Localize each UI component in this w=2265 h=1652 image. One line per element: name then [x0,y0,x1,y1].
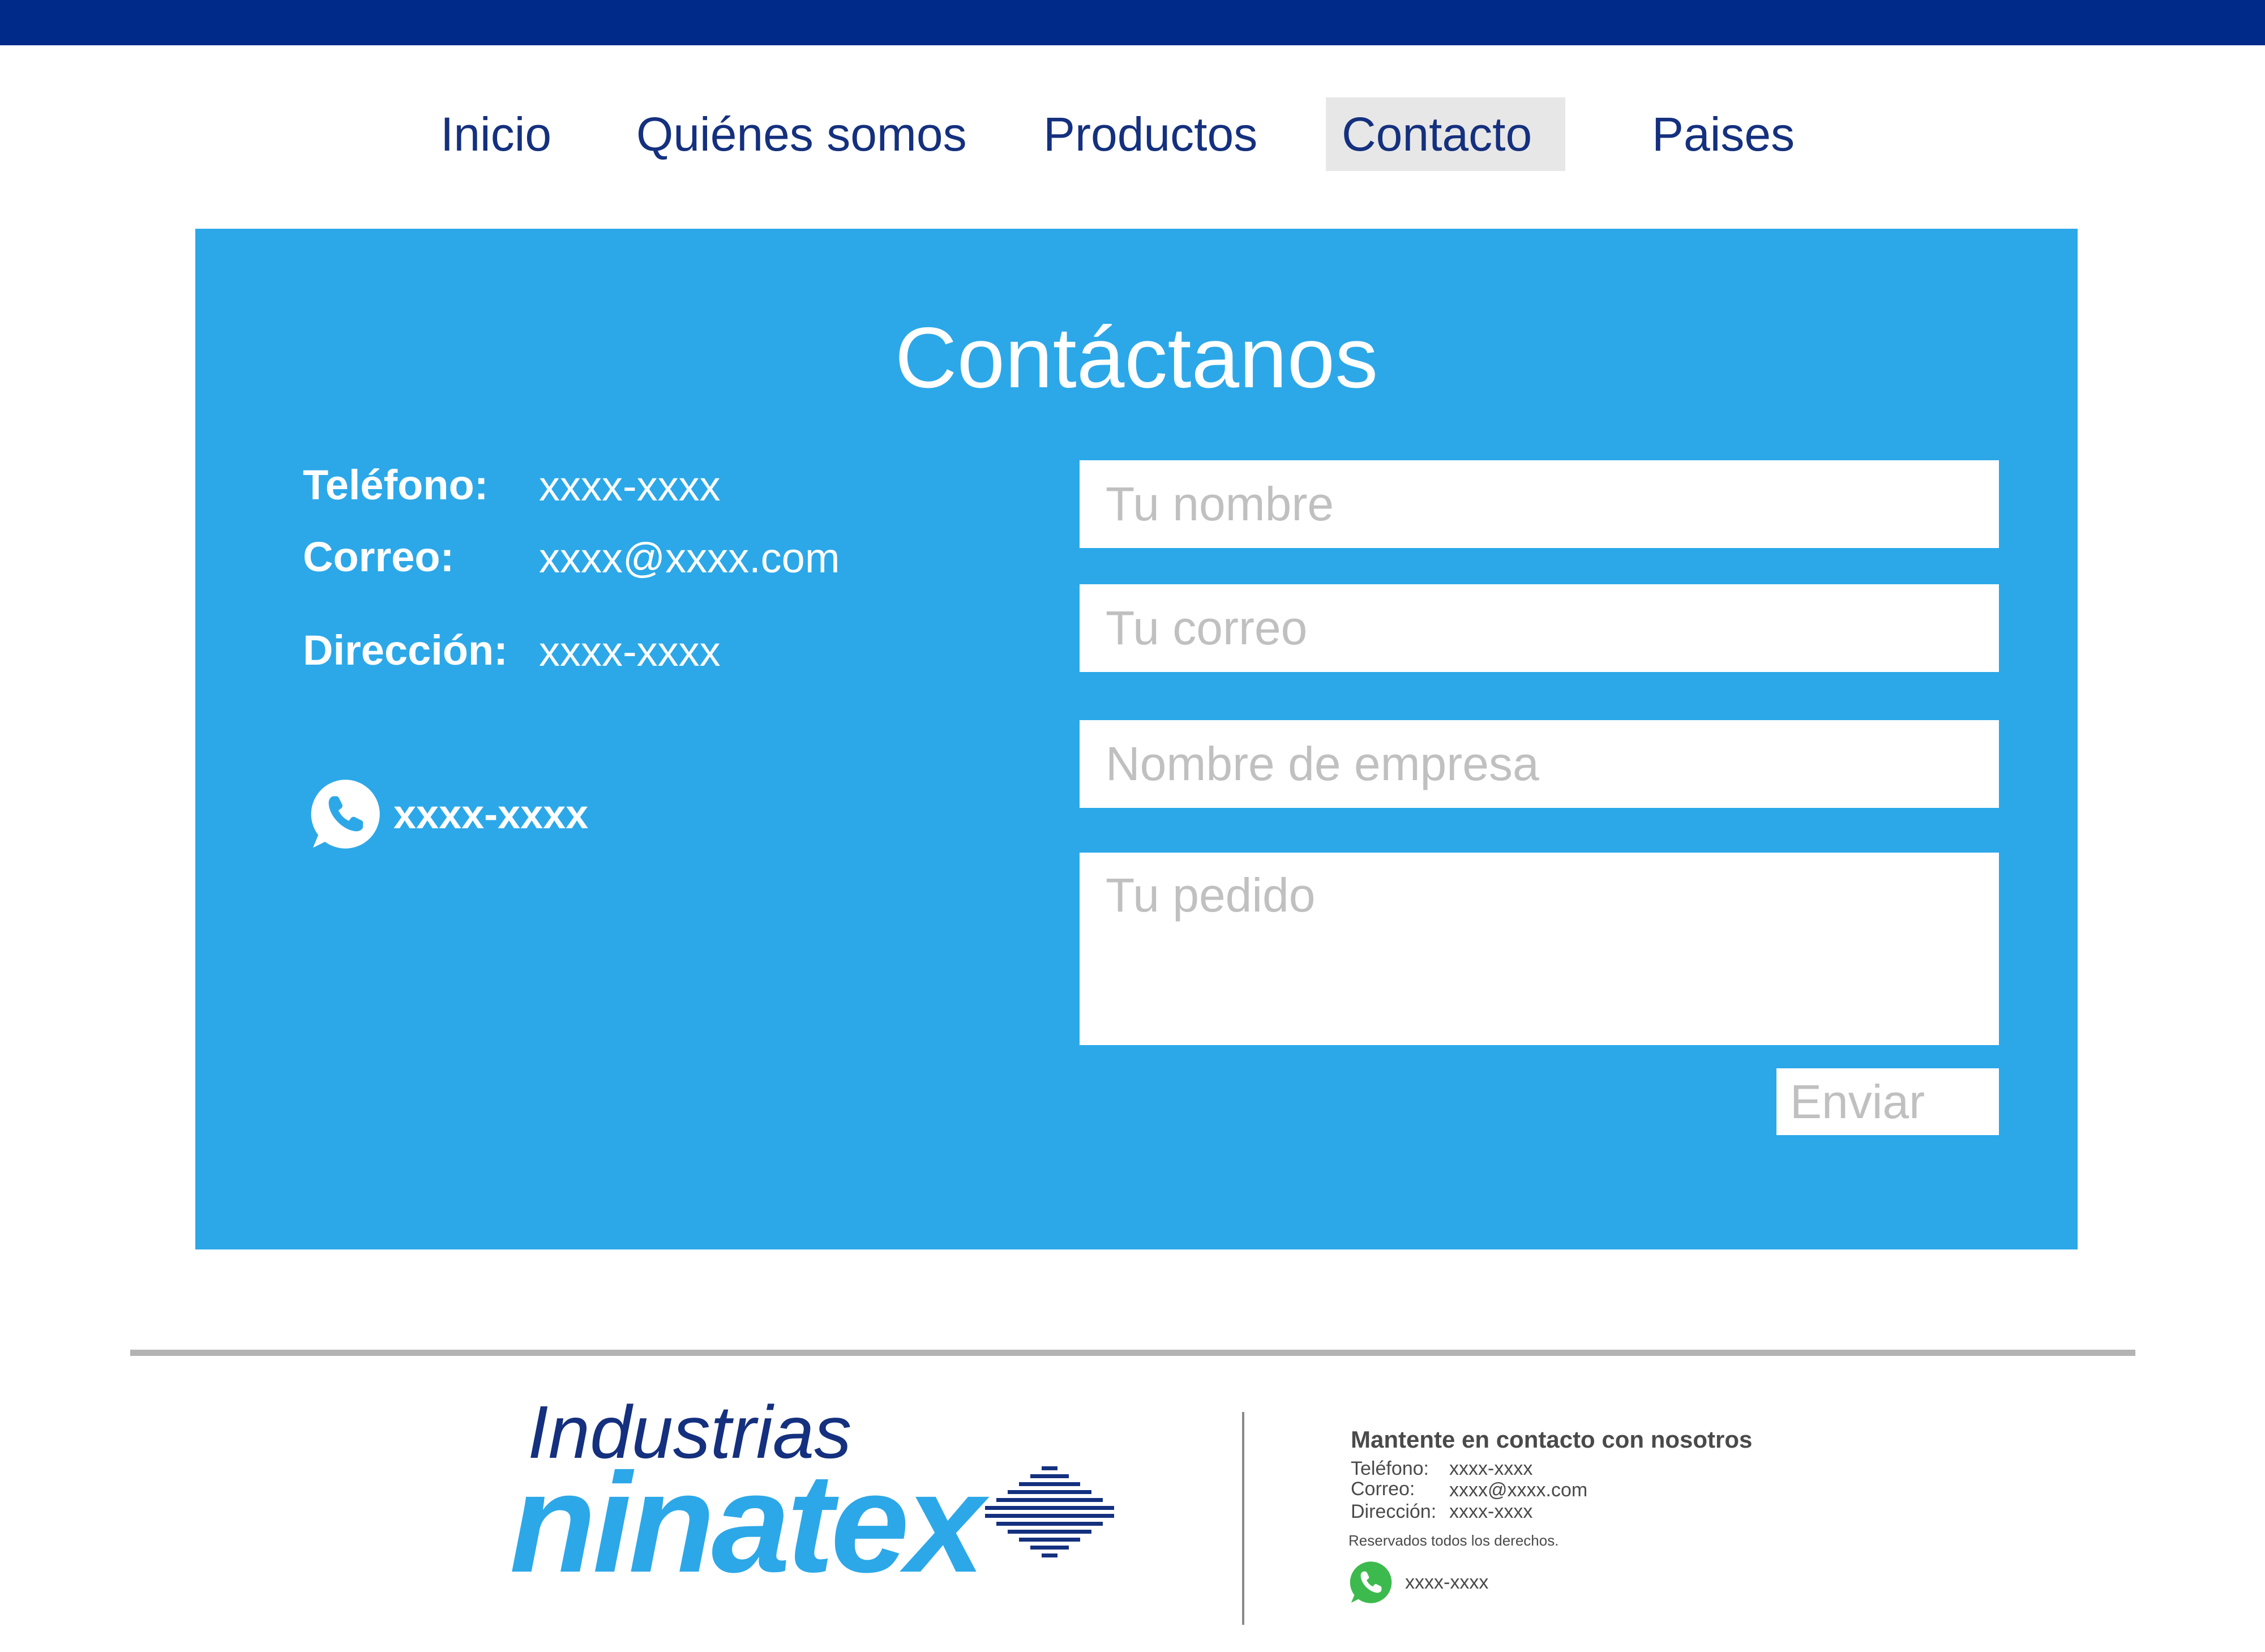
footer-whatsapp-number[interactable]: xxxx-xxxx [1405,1571,1488,1594]
order-textarea[interactable] [1080,853,1999,1045]
footer-rights: Reservados todos los derechos. [1348,1532,1559,1549]
name-input[interactable] [1080,460,1999,548]
footer-email-label: Correo: [1351,1478,1415,1500]
address-label: Dirección: [303,627,508,674]
whatsapp-icon[interactable] [309,777,383,851]
footer-address-value: xxxx-xxxx [1449,1501,1533,1522]
email-label: Correo: [303,533,455,580]
nav-item-inicio[interactable]: Inicio [440,97,551,171]
company-input[interactable] [1080,720,1999,808]
phone-value: xxxx-xxxx [539,463,721,510]
email-value: xxxx@xxxx.com [539,534,840,581]
email-input[interactable] [1080,584,1999,672]
footer-phone-label: Teléfono: [1351,1458,1429,1479]
nav-item-contacto[interactable]: Contacto [1326,97,1565,171]
phone-label: Teléfono: [303,461,489,508]
contact-title: Contáctanos [894,310,1378,406]
nav-item-quienes-somos[interactable]: Quiénes somos [636,97,967,171]
footer-address-label: Dirección: [1351,1501,1437,1522]
nav-item-paises[interactable]: Paises [1652,97,1795,171]
footer-vertical-divider [1242,1412,1244,1625]
whatsapp-number[interactable]: xxxx-xxxx [393,786,588,843]
footer-divider [130,1350,2135,1356]
logo-main-text: ninatex [509,1444,984,1602]
footer-email-value: xxxx@xxxx.com [1449,1479,1588,1501]
nav-item-productos[interactable]: Productos [1043,97,1257,171]
contact-panel: Contáctanos Teléfono: xxxx-xxxx Correo: … [195,229,2078,1249]
company-logo[interactable]: Industrias ninatex [509,1390,1115,1594]
footer-heading: Mantente en contacto con nosotros [1351,1426,1753,1453]
address-value: xxxx-xxxx [539,628,721,675]
footer-whatsapp-icon[interactable] [1348,1560,1394,1605]
footer-phone-value: xxxx-xxxx [1449,1458,1533,1479]
send-button[interactable]: Enviar [1776,1068,1999,1135]
top-bar [0,0,2265,45]
logo-diamond-icon [985,1466,1114,1557]
